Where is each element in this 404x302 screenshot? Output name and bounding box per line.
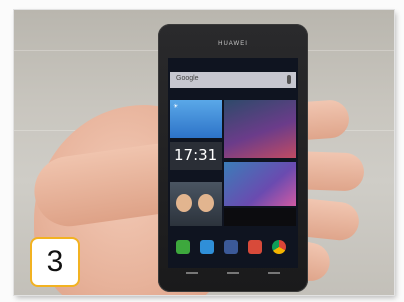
image-frame: HUAWEI Google ☀ 17:31 3 xyxy=(0,0,404,302)
phone-screen: Google ☀ 17:31 xyxy=(168,58,298,268)
chrome-app-icon xyxy=(272,240,286,254)
weather-icon: ☀ xyxy=(173,104,179,110)
messages-app-icon xyxy=(200,240,214,254)
menu-key-icon xyxy=(268,272,280,274)
search-widget-label: Google xyxy=(176,75,199,82)
step-number-badge: 3 xyxy=(30,237,80,287)
home-key-icon xyxy=(227,272,239,274)
search-widget: Google xyxy=(170,72,296,88)
microphone-icon xyxy=(287,75,291,84)
facebook-app-icon xyxy=(224,240,238,254)
phone-brand-logo: HUAWEI xyxy=(218,41,248,47)
photo-widget xyxy=(224,100,296,158)
photo-widget xyxy=(224,162,296,206)
contacts-widget xyxy=(170,182,222,226)
clock-time: 17:31 xyxy=(174,146,218,164)
clock-widget: 17:31 xyxy=(170,142,222,170)
step-number: 3 xyxy=(46,245,64,278)
email-app-icon xyxy=(248,240,262,254)
weather-widget: ☀ xyxy=(170,100,222,138)
contact-avatar xyxy=(198,194,214,212)
smartphone: HUAWEI Google ☀ 17:31 xyxy=(158,24,308,292)
app-dock xyxy=(172,236,294,258)
phone-app-icon xyxy=(176,240,190,254)
back-key-icon xyxy=(186,272,198,274)
contact-avatar xyxy=(176,194,192,212)
music-widget xyxy=(224,208,296,226)
soft-keys xyxy=(158,272,308,282)
